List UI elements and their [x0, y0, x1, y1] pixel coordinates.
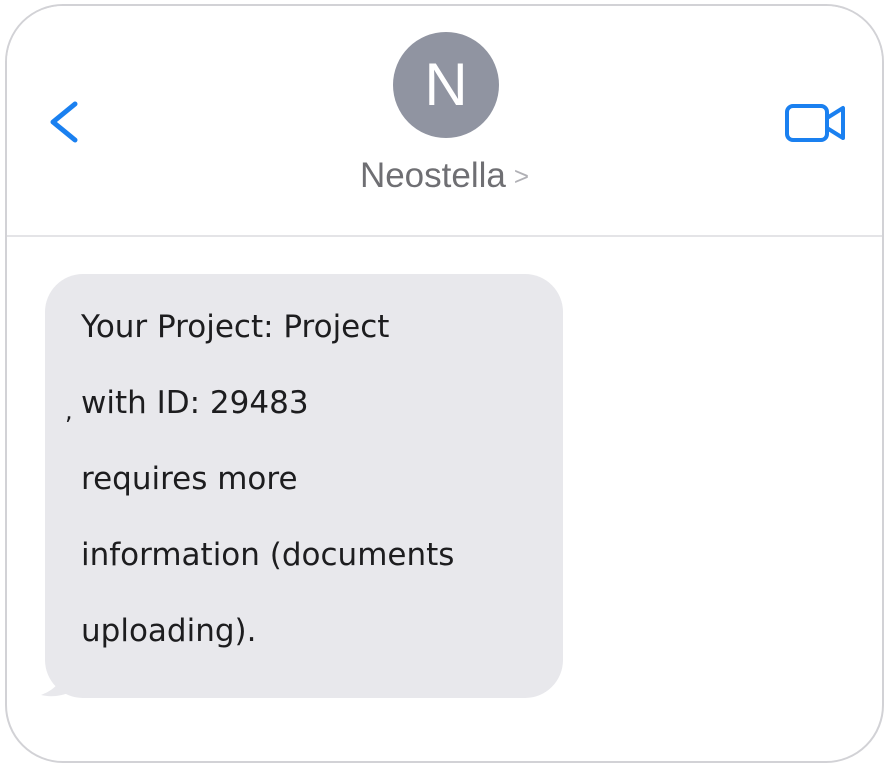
message-line: uploading).: [81, 613, 257, 649]
message-line: Your Project: Project: [81, 309, 390, 345]
message-line: requires more: [81, 461, 298, 497]
contact-name: Neostella: [359, 156, 506, 195]
stray-comma: ,: [65, 397, 73, 425]
chevron-left-icon: [50, 101, 78, 143]
message-line: information (documents: [81, 537, 455, 573]
message-thread: Your Project: Project , with ID: 29483 re…: [7, 237, 882, 761]
chevron-right-icon: >: [513, 161, 530, 191]
contact-avatar[interactable]: N: [393, 32, 499, 138]
message-line: , with ID: 29483: [65, 384, 533, 460]
contact-name-button[interactable]: Neostella >: [7, 154, 882, 198]
incoming-message-bubble[interactable]: Your Project: Project , with ID: 29483 re…: [45, 274, 563, 698]
conversation-header: N Neostella >: [7, 6, 882, 237]
facetime-video-button[interactable]: [777, 94, 853, 150]
back-button[interactable]: [37, 92, 87, 152]
avatar-initial: N: [424, 51, 468, 118]
video-camera-icon: [785, 104, 845, 142]
messages-screen: N Neostella > Your Project: Project , with…: [5, 4, 884, 763]
message-line-text: with ID: 29483: [81, 385, 309, 421]
